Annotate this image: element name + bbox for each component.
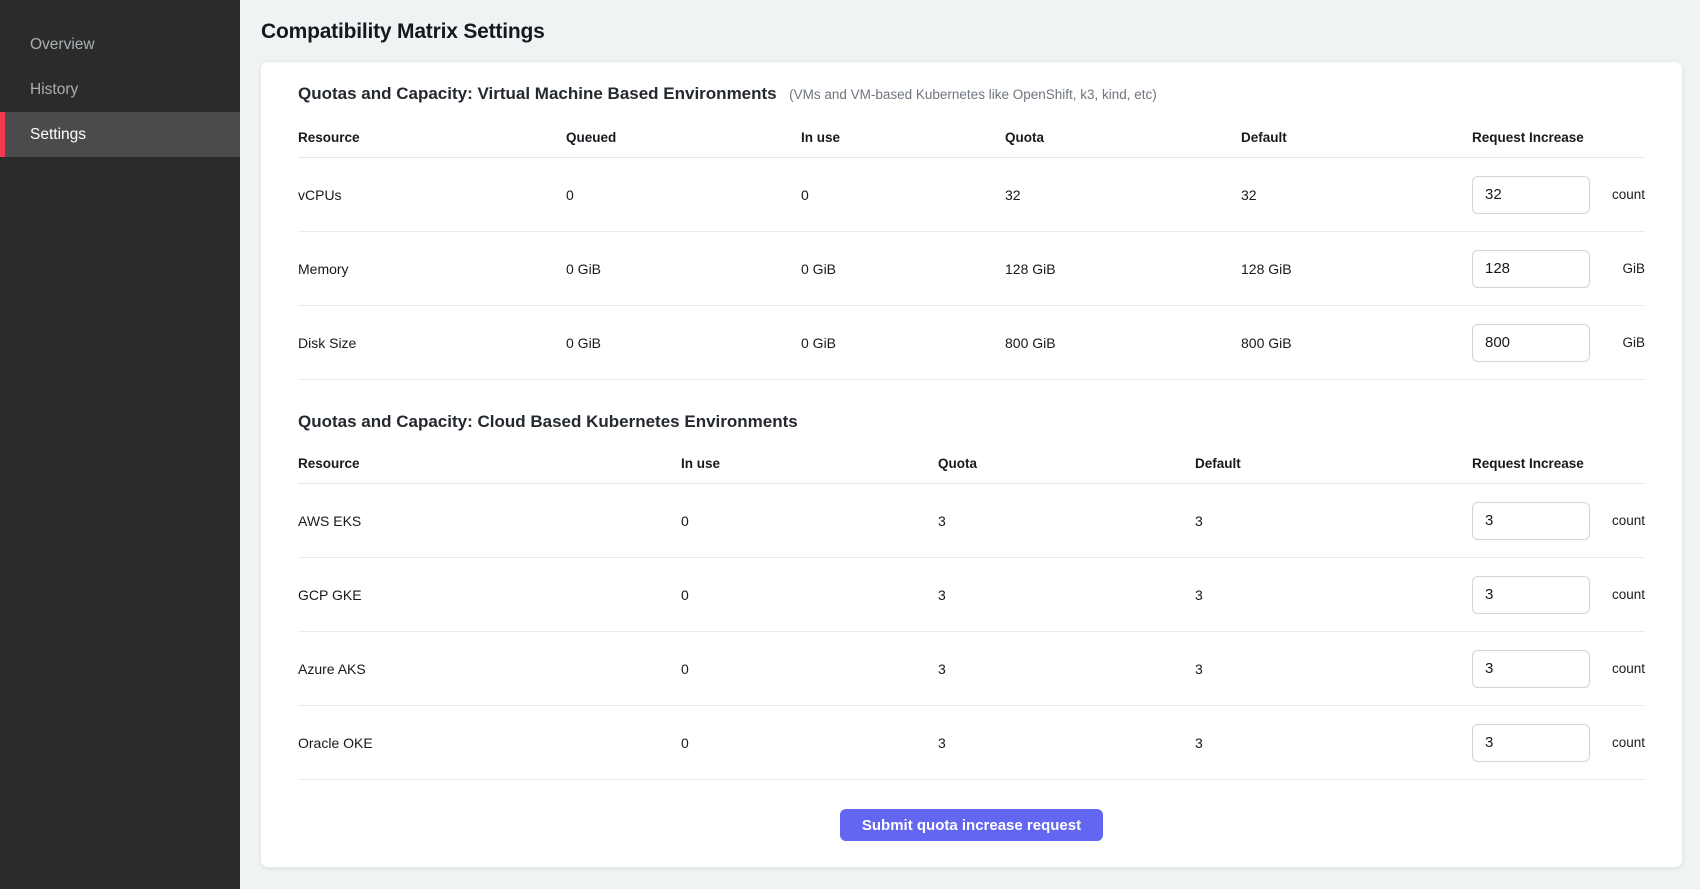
col-header-queued: Queued	[566, 130, 801, 145]
disk-size-request-input[interactable]	[1472, 324, 1590, 362]
default-value: 128 GiB	[1241, 261, 1472, 277]
unit-label: count	[1602, 661, 1645, 676]
vcpus-request-input[interactable]	[1472, 176, 1590, 214]
table-row-azure-aks: Azure AKS 0 3 3 count	[298, 632, 1645, 706]
table-row-disk-size: Disk Size 0 GiB 0 GiB 800 GiB 800 GiB Gi…	[298, 306, 1645, 380]
vm-section-header: Quotas and Capacity: Virtual Machine Bas…	[298, 84, 1645, 104]
quota-value: 32	[1005, 187, 1241, 203]
vm-section-title: Quotas and Capacity: Virtual Machine Bas…	[298, 84, 777, 103]
page-title: Compatibility Matrix Settings	[261, 20, 1683, 44]
main-content: Compatibility Matrix Settings Quotas and…	[240, 0, 1700, 889]
default-value: 800 GiB	[1241, 335, 1472, 351]
unit-label: count	[1602, 513, 1645, 528]
cloud-table-header: Resource In use Quota Default Request In…	[298, 444, 1645, 484]
in-use-value: 0	[681, 587, 938, 603]
quota-value: 128 GiB	[1005, 261, 1241, 277]
resource-label: Azure AKS	[298, 661, 681, 677]
sidebar-item-settings[interactable]: Settings	[0, 112, 240, 157]
unit-label: count	[1602, 587, 1645, 602]
cloud-section-title: Quotas and Capacity: Cloud Based Kuberne…	[298, 412, 798, 431]
default-value: 3	[1195, 513, 1472, 529]
col-header-default: Default	[1195, 456, 1472, 471]
col-header-in-use: In use	[801, 130, 1005, 145]
default-value: 3	[1195, 587, 1472, 603]
sidebar: Overview History Settings	[0, 0, 240, 889]
sidebar-item-history[interactable]: History	[0, 67, 240, 112]
col-header-request-increase: Request Increase	[1472, 456, 1645, 471]
memory-request-input[interactable]	[1472, 250, 1590, 288]
unit-label: count	[1602, 187, 1645, 202]
oracle-oke-request-input[interactable]	[1472, 724, 1590, 762]
table-row-vcpus: vCPUs 0 0 32 32 count	[298, 158, 1645, 232]
resource-label: vCPUs	[298, 187, 566, 203]
in-use-value: 0	[681, 661, 938, 677]
unit-label: GiB	[1612, 261, 1645, 276]
resource-label: GCP GKE	[298, 587, 681, 603]
in-use-value: 0	[681, 513, 938, 529]
quota-value: 3	[938, 587, 1195, 603]
table-row-gcp-gke: GCP GKE 0 3 3 count	[298, 558, 1645, 632]
in-use-value: 0	[681, 735, 938, 751]
vm-section-subtitle: (VMs and VM-based Kubernetes like OpenSh…	[789, 87, 1157, 102]
submit-quota-increase-button[interactable]: Submit quota increase request	[840, 809, 1103, 841]
azure-aks-request-input[interactable]	[1472, 650, 1590, 688]
queued-value: 0	[566, 187, 801, 203]
col-header-quota: Quota	[1005, 130, 1241, 145]
app-window: Overview History Settings Compatibility …	[0, 0, 1700, 889]
gcp-gke-request-input[interactable]	[1472, 576, 1590, 614]
vm-table-header: Resource Queued In use Quota Default Req…	[298, 118, 1645, 158]
resource-label: Memory	[298, 261, 566, 277]
quota-value: 800 GiB	[1005, 335, 1241, 351]
quota-settings-card: Quotas and Capacity: Virtual Machine Bas…	[260, 61, 1683, 868]
table-row-aws-eks: AWS EKS 0 3 3 count	[298, 484, 1645, 558]
resource-label: Disk Size	[298, 335, 566, 351]
default-value: 3	[1195, 735, 1472, 751]
table-row-oracle-oke: Oracle OKE 0 3 3 count	[298, 706, 1645, 780]
col-header-in-use: In use	[681, 456, 938, 471]
sidebar-item-overview[interactable]: Overview	[0, 22, 240, 67]
resource-label: AWS EKS	[298, 513, 681, 529]
col-header-default: Default	[1241, 130, 1472, 145]
default-value: 3	[1195, 661, 1472, 677]
cloud-section-header: Quotas and Capacity: Cloud Based Kuberne…	[298, 412, 1645, 432]
in-use-value: 0 GiB	[801, 261, 1005, 277]
in-use-value: 0	[801, 187, 1005, 203]
quota-value: 3	[938, 735, 1195, 751]
unit-label: count	[1602, 735, 1645, 750]
queued-value: 0 GiB	[566, 261, 801, 277]
aws-eks-request-input[interactable]	[1472, 502, 1590, 540]
table-row-memory: Memory 0 GiB 0 GiB 128 GiB 128 GiB GiB	[298, 232, 1645, 306]
col-header-resource: Resource	[298, 130, 566, 145]
default-value: 32	[1241, 187, 1472, 203]
unit-label: GiB	[1612, 335, 1645, 350]
submit-area: Submit quota increase request	[298, 809, 1645, 841]
queued-value: 0 GiB	[566, 335, 801, 351]
col-header-request-increase: Request Increase	[1472, 130, 1645, 145]
resource-label: Oracle OKE	[298, 735, 681, 751]
col-header-resource: Resource	[298, 456, 681, 471]
quota-value: 3	[938, 513, 1195, 529]
in-use-value: 0 GiB	[801, 335, 1005, 351]
col-header-quota: Quota	[938, 456, 1195, 471]
quota-value: 3	[938, 661, 1195, 677]
